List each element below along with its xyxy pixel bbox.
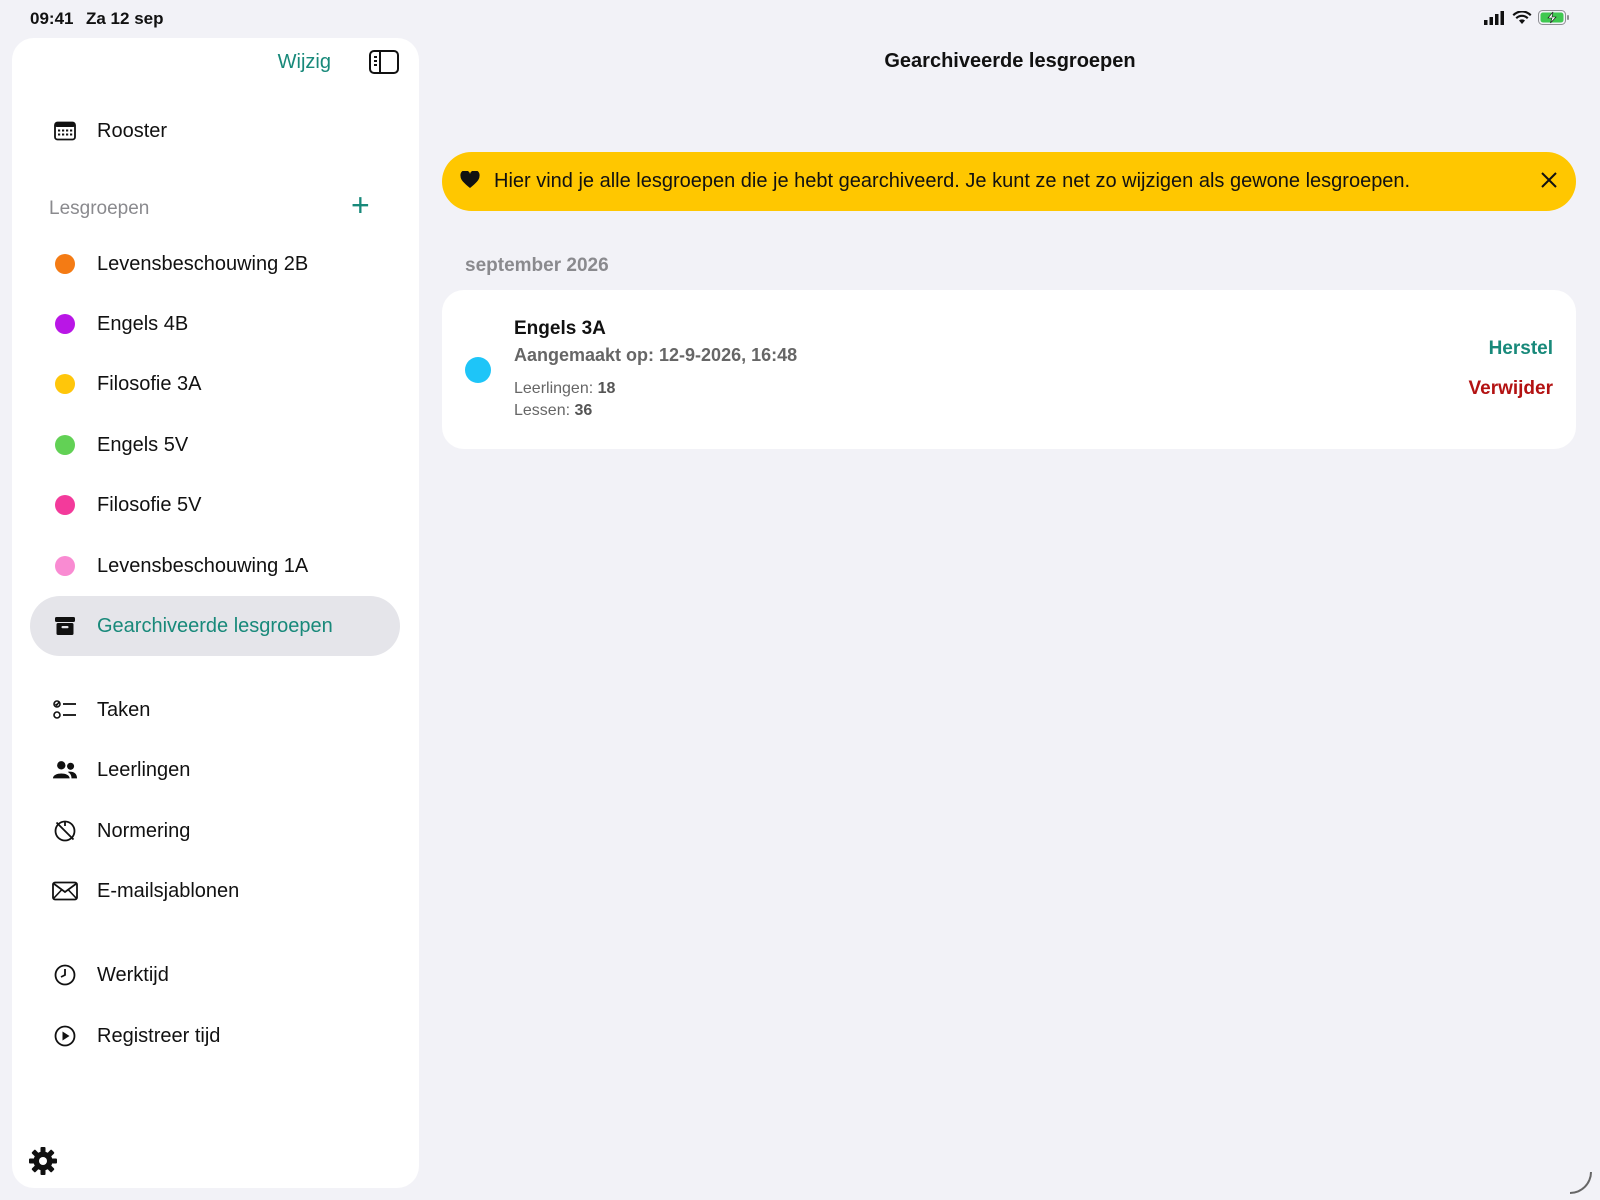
people-icon (52, 757, 78, 783)
group-name: Engels 3A (514, 318, 606, 339)
restore-button[interactable]: Herstel (1489, 338, 1553, 360)
lessons-stat: Lessen: 36 (514, 402, 593, 419)
add-group-button[interactable]: + (351, 189, 370, 221)
students-stat: Leerlingen: 18 (514, 380, 616, 397)
grading-icon (52, 818, 78, 844)
sidebar-item-label: Werktijd (97, 963, 169, 986)
group-color-dot (55, 254, 75, 274)
status-time: 09:41 (30, 9, 74, 28)
status-bar: 09:41 Za 12 sep (0, 0, 1600, 36)
page-title: Gearchiveerde lesgroepen (884, 50, 1136, 72)
group-color-dot (55, 556, 75, 576)
group-color-dot (55, 495, 75, 515)
sidebar: Wijzig Rooster Lesgroepen + Levensbescho… (12, 38, 419, 1188)
groups-section-label: Lesgroepen (49, 198, 150, 219)
group-color-dot (55, 435, 75, 455)
sidebar-item-normering[interactable]: Normering (30, 801, 400, 861)
heart-icon (460, 169, 480, 195)
wifi-icon (1512, 10, 1532, 24)
archive-box-icon (52, 613, 78, 639)
sidebar-item-leerlingen[interactable]: Leerlingen (30, 740, 400, 800)
sidebar-item-label: Engels 5V (97, 433, 189, 456)
group-color-dot (465, 357, 491, 383)
system-indicators (1484, 10, 1570, 25)
sidebar-toolbar: Wijzig (278, 50, 399, 74)
sidebar-item-label: Levensbeschouwing 2B (97, 252, 309, 275)
sidebar-item-label: Taken (97, 698, 151, 721)
edit-button[interactable]: Wijzig (278, 51, 331, 74)
battery-charging-icon (1538, 10, 1569, 25)
sidebar-item-group[interactable]: Levensbeschouwing 2B (30, 234, 400, 294)
sidebar-item-group[interactable]: Filosofie 3A (30, 354, 400, 414)
sidebar-item-label: Registreer tijd (97, 1024, 221, 1047)
sidebar-item-label: Leerlingen (97, 758, 191, 781)
month-section-label: september 2026 (465, 255, 609, 276)
sidebar-item-rooster[interactable]: Rooster (30, 101, 400, 161)
sidebar-toggle-icon[interactable] (369, 50, 399, 74)
sidebar-item-label: Levensbeschouwing 1A (97, 554, 309, 577)
sidebar-item-email-templates[interactable]: E-mailsjablonen (30, 861, 400, 921)
sidebar-item-group[interactable]: Engels 5V (30, 415, 400, 475)
sidebar-item-group[interactable]: Levensbeschouwing 1A (30, 536, 400, 596)
close-icon[interactable] (1540, 166, 1558, 194)
sidebar-item-label: Gearchiveerde lesgroepen (97, 614, 333, 637)
group-color-dot (55, 374, 75, 394)
sidebar-item-group[interactable]: Engels 4B (30, 294, 400, 354)
sidebar-item-label: Filosofie 3A (97, 372, 202, 395)
sidebar-item-label: E-mailsjablonen (97, 879, 240, 902)
archived-group-card: Engels 3A Aangemaakt op: 12-9-2026, 16:4… (442, 290, 1576, 449)
sidebar-item-taken[interactable]: Taken (30, 680, 400, 740)
sidebar-item-archived-groups[interactable]: Gearchiveerde lesgroepen (30, 596, 400, 656)
resize-corner (1570, 1172, 1592, 1194)
sidebar-item-label: Normering (97, 819, 191, 842)
info-banner: Hier vind je alle lesgroepen die je hebt… (442, 152, 1576, 211)
sidebar-item-group[interactable]: Filosofie 5V (30, 475, 400, 535)
sidebar-item-werktijd[interactable]: Werktijd (30, 945, 400, 1005)
sidebar-item-label: Engels 4B (97, 312, 189, 335)
sidebar-item-label: Filosofie 5V (97, 493, 202, 516)
sidebar-item-register-time[interactable]: Registreer tijd (30, 1006, 400, 1066)
play-circle-icon (52, 1023, 78, 1049)
group-created-date: Aangemaakt op: 12-9-2026, 16:48 (514, 345, 798, 365)
status-date: Za 12 sep (86, 9, 164, 28)
sidebar-item-label: Rooster (97, 119, 168, 142)
group-color-dot (55, 314, 75, 334)
checklist-icon (52, 697, 78, 723)
calendar-icon (52, 118, 78, 144)
clock-icon (52, 962, 78, 988)
signal-icon (1484, 10, 1504, 25)
delete-button[interactable]: Verwijder (1469, 378, 1554, 400)
settings-gear-icon[interactable] (28, 1146, 58, 1184)
banner-text: Hier vind je alle lesgroepen die je hebt… (494, 170, 1411, 192)
envelope-icon (52, 878, 78, 904)
